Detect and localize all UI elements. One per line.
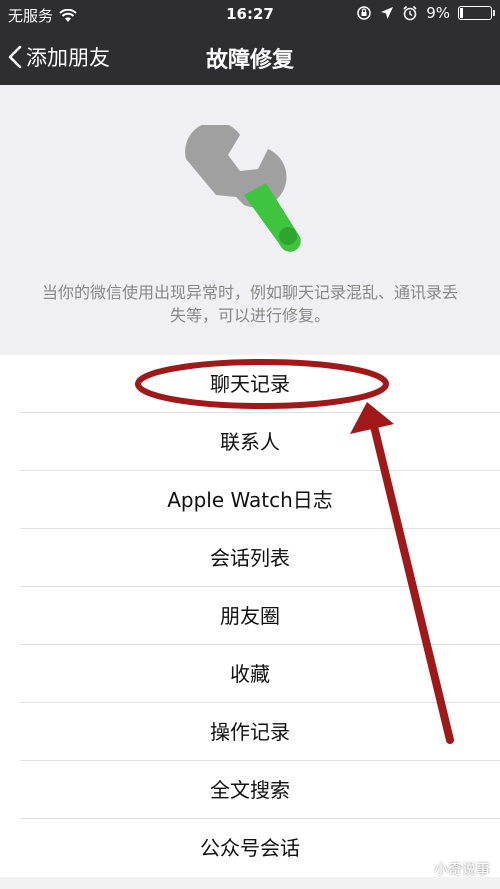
rotation-lock-icon — [357, 6, 371, 20]
watermark: 小奇说事 — [434, 862, 490, 878]
battery-icon — [458, 6, 495, 20]
status-bar: 无服务 16:27 9% — [0, 0, 500, 28]
menu-item-conversation-list[interactable]: 会话列表 — [0, 529, 500, 587]
menu-item-official-account-chats[interactable]: 公众号会话 — [0, 819, 500, 877]
menu-item-contacts[interactable]: 联系人 — [0, 413, 500, 471]
menu-item-chat-history[interactable]: 聊天记录 — [0, 355, 500, 413]
status-right: 9% — [356, 4, 495, 22]
menu-item-moments[interactable]: 朋友圈 — [0, 587, 500, 645]
menu-item-operation-log[interactable]: 操作记录 — [0, 703, 500, 761]
battery-percent: 9% — [426, 4, 450, 22]
repair-options-list: 聊天记录 联系人 Apple Watch日志 会话列表 朋友圈 收藏 操作记录 … — [0, 355, 500, 877]
page-title: 故障修复 — [205, 48, 294, 73]
wrench-icon — [185, 125, 301, 252]
repair-header: 当你的微信使用出现异常时，例如聊天记录混乱、通讯录丢失等，可以进行修复。 — [0, 85, 500, 353]
menu-item-favorites[interactable]: 收藏 — [0, 645, 500, 703]
menu-item-full-text-search[interactable]: 全文搜索 — [0, 761, 500, 819]
repair-description: 当你的微信使用出现异常时，例如聊天记录混乱、通讯录丢失等，可以进行修复。 — [41, 283, 458, 325]
battery-level — [460, 8, 463, 18]
location-icon — [381, 7, 394, 19]
navigation-bar: 添加朋友 故障修复 — [0, 28, 500, 85]
menu-item-apple-watch-log[interactable]: Apple Watch日志 — [0, 471, 500, 529]
alarm-icon — [403, 5, 417, 21]
